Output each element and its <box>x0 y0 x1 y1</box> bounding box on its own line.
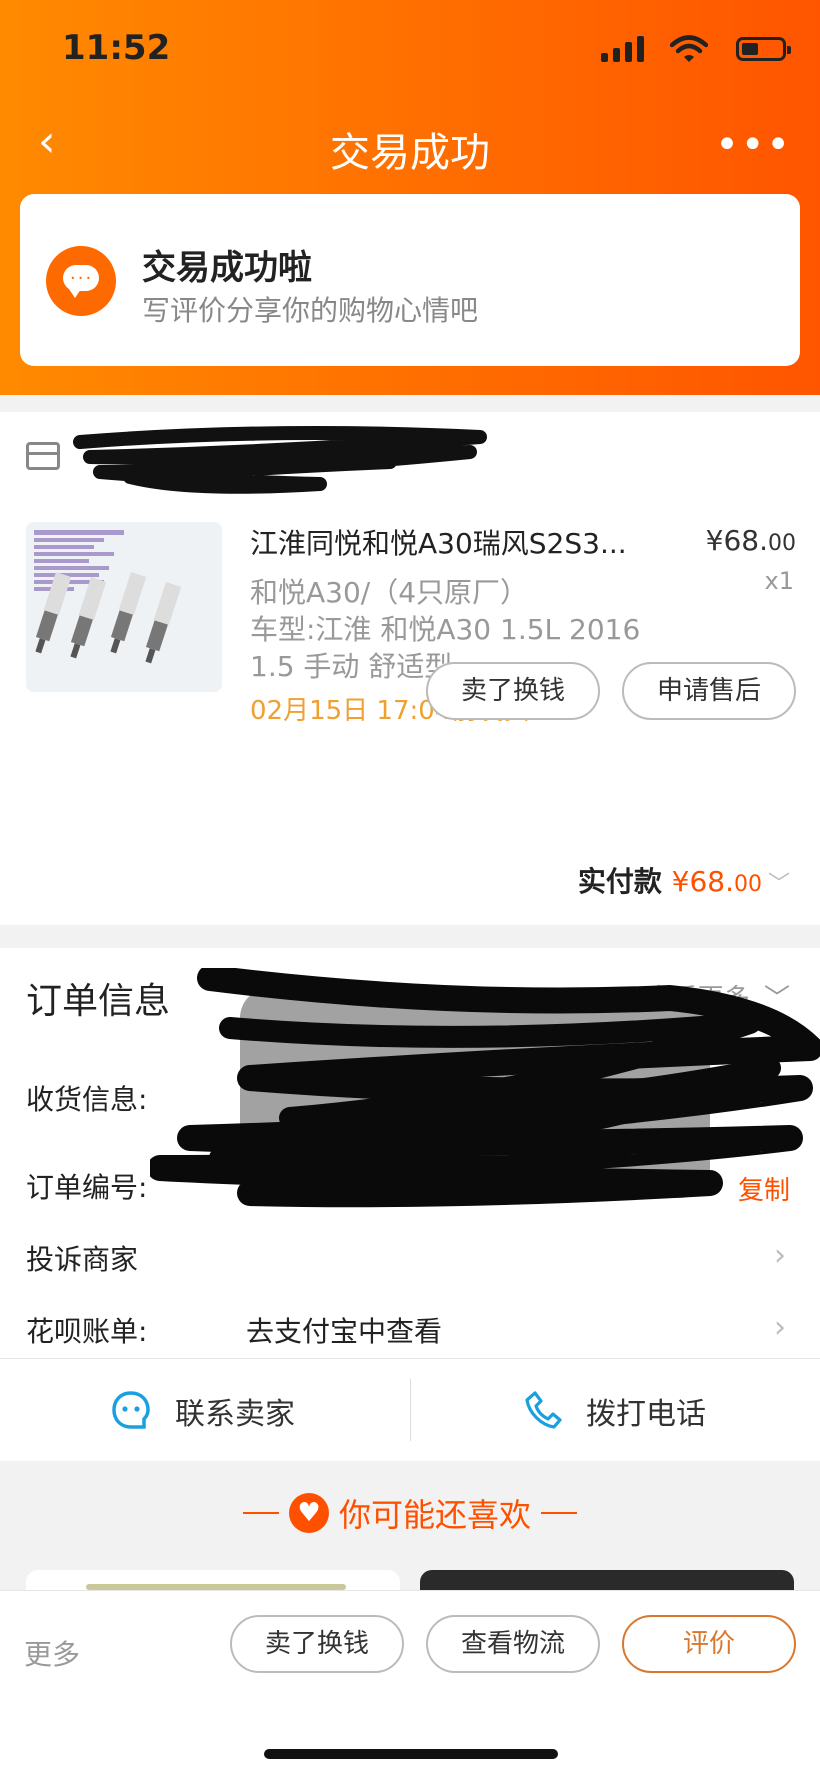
status-subtitle: 写评价分享你的购物心情吧 <box>142 294 479 327</box>
heart-icon: ♥ <box>288 1493 329 1533</box>
contact-seller-button[interactable]: 联系卖家 <box>0 1359 409 1461</box>
order-info-title: 订单信息 <box>26 981 171 1022</box>
paid-amount-row[interactable]: 实付款 ¥68.00 ﹀ <box>578 860 790 900</box>
contact-seller-label: 联系卖家 <box>175 1397 295 1432</box>
phone-icon <box>525 1391 562 1429</box>
view-logistics-button[interactable]: 查看物流 <box>426 1615 600 1673</box>
after-sale-button[interactable]: 申请售后 <box>622 662 796 720</box>
product-price-cents: 00 <box>768 531 796 556</box>
status-title: 交易成功啦 <box>142 248 312 288</box>
huabei-label: 花呗账单: <box>26 1315 148 1348</box>
evaluate-button[interactable]: 评价 <box>622 1615 796 1673</box>
product-price-main: ¥68. <box>705 524 768 557</box>
chevron-down-icon: ﹀ <box>767 872 790 897</box>
more-options-icon[interactable]: ••• <box>715 122 792 168</box>
product-section: 江淮同悦和悦A30瑞风S2S3... ¥68.00 x1 和悦A30/（4只原厂… <box>0 412 820 925</box>
home-indicator[interactable] <box>264 1749 558 1759</box>
order-info-redaction <box>150 968 820 1208</box>
call-phone-button[interactable]: 拨打电话 <box>411 1359 820 1461</box>
complaint-label[interactable]: 投诉商家 <box>26 1238 138 1278</box>
battery-icon <box>736 37 791 61</box>
sell-for-cash-button[interactable]: 卖了换钱 <box>426 662 600 720</box>
status-time: 11:52 <box>62 28 171 68</box>
paid-amount: ¥68.00 <box>672 865 762 898</box>
paid-amount-main: ¥68. <box>671 865 734 898</box>
receive-info-label: 收货信息: <box>26 1083 148 1116</box>
contact-bar: 联系卖家 拨打电话 <box>0 1358 820 1461</box>
chat-face-icon <box>112 1391 150 1429</box>
divider <box>541 1512 577 1514</box>
shop-name-redaction <box>73 426 487 494</box>
paid-amount-cents: 00 <box>733 872 762 897</box>
product-image[interactable] <box>26 522 222 692</box>
recommend-title: 你可能还喜欢 <box>338 1496 531 1534</box>
wifi-icon <box>670 35 708 62</box>
sell-for-cash-bottom-button[interactable]: 卖了换钱 <box>230 1615 404 1673</box>
paid-label: 实付款 <box>577 865 662 898</box>
bottom-action-bar: 更多 卖了换钱 查看物流 评价 <box>0 1590 820 1776</box>
call-phone-label: 拨打电话 <box>586 1397 706 1432</box>
page-title: 交易成功 <box>330 130 490 176</box>
order-info-section: 订单信息 查看更多 ﹀ 收货信息: 订单编号: 复制 投诉商家 › 花呗账单: … <box>0 948 820 1358</box>
product-spec-line: 和悦A30/（4只原厂） <box>250 576 529 609</box>
recommend-header: ♥ 你可能还喜欢 <box>0 1490 820 1536</box>
shop-icon <box>26 442 60 470</box>
divider <box>242 1512 279 1514</box>
status-bar: 11:52 <box>0 28 820 78</box>
signal-icon <box>601 36 644 62</box>
product-price: ¥68.00 <box>706 524 796 557</box>
huabei-value[interactable]: 去支付宝中查看 <box>246 1310 442 1350</box>
product-name[interactable]: 江淮同悦和悦A30瑞风S2S3... <box>250 522 670 562</box>
message-bubble-icon: ··· <box>46 246 116 316</box>
chevron-right-icon: › <box>774 1310 786 1345</box>
order-number-label: 订单编号: <box>26 1171 148 1204</box>
product-spec-line: 车型:江淮 和悦A30 1.5L 2016 <box>250 613 641 646</box>
chevron-right-icon: › <box>774 1238 786 1273</box>
status-card: ··· 交易成功啦 写评价分享你的购物心情吧 <box>20 194 800 366</box>
more-button[interactable]: 更多 <box>24 1633 80 1673</box>
nav-bar: ‹ 交易成功 ••• <box>0 110 820 180</box>
product-quantity: x1 <box>764 567 794 595</box>
